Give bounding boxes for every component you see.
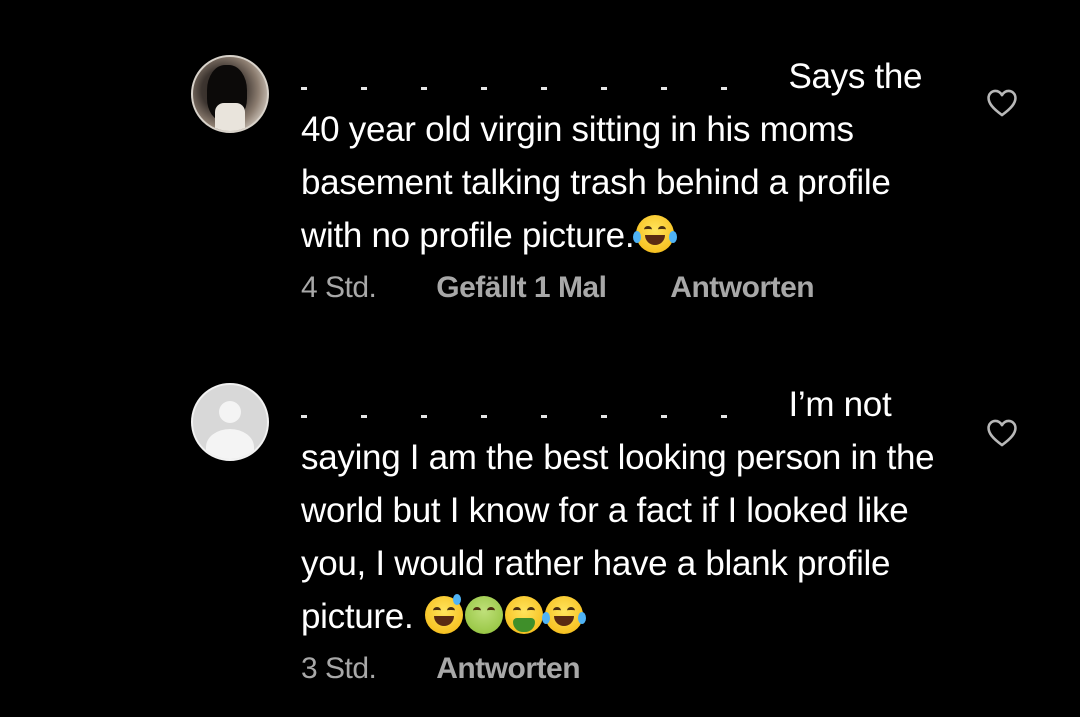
- default-avatar[interactable]: [191, 383, 269, 461]
- face-vomiting-icon: [504, 596, 543, 634]
- comment-timestamp: 3 Std.: [301, 652, 377, 685]
- avatar-body-shape: [206, 429, 254, 459]
- comment-text: Says the 40 year old virgin sitting in h…: [301, 50, 941, 262]
- grinning-face-with-sweat-icon: [424, 594, 463, 634]
- username-redacted[interactable]: [301, 59, 779, 94]
- face-with-tears-of-joy-icon: [541, 596, 586, 634]
- face-with-tears-of-joy-icon: [633, 215, 678, 253]
- comment-meta: 3 Std. Antworten: [301, 649, 941, 689]
- reply-button[interactable]: Antworten: [436, 649, 580, 689]
- comments-view: Says the 40 year old virgin sitting in h…: [0, 0, 1080, 717]
- heart-outline-icon[interactable]: [985, 416, 1019, 450]
- comment-text-content: saying I am the best looking person in t…: [301, 438, 935, 636]
- username-redacted[interactable]: [301, 387, 779, 422]
- comment-body: Says the 40 year old virgin sitting in h…: [301, 50, 941, 308]
- comment-meta: 4 Std. Gefällt 1 Mal Antworten: [301, 268, 941, 308]
- comment-text-first-line: I’m not: [788, 385, 892, 424]
- reply-button[interactable]: Antworten: [670, 268, 814, 308]
- avatar[interactable]: [191, 55, 269, 133]
- comment-timestamp: 4 Std.: [301, 271, 377, 304]
- likes-count-link[interactable]: Gefällt 1 Mal: [436, 268, 607, 308]
- nauseated-face-icon: [464, 596, 503, 634]
- avatar-head-shape: [219, 401, 241, 423]
- heart-outline-icon[interactable]: [985, 86, 1019, 120]
- comment-body: I’m not saying I am the best looking per…: [301, 378, 941, 689]
- avatar-shirt: [215, 103, 245, 131]
- comment-text: I’m not saying I am the best looking per…: [301, 378, 941, 643]
